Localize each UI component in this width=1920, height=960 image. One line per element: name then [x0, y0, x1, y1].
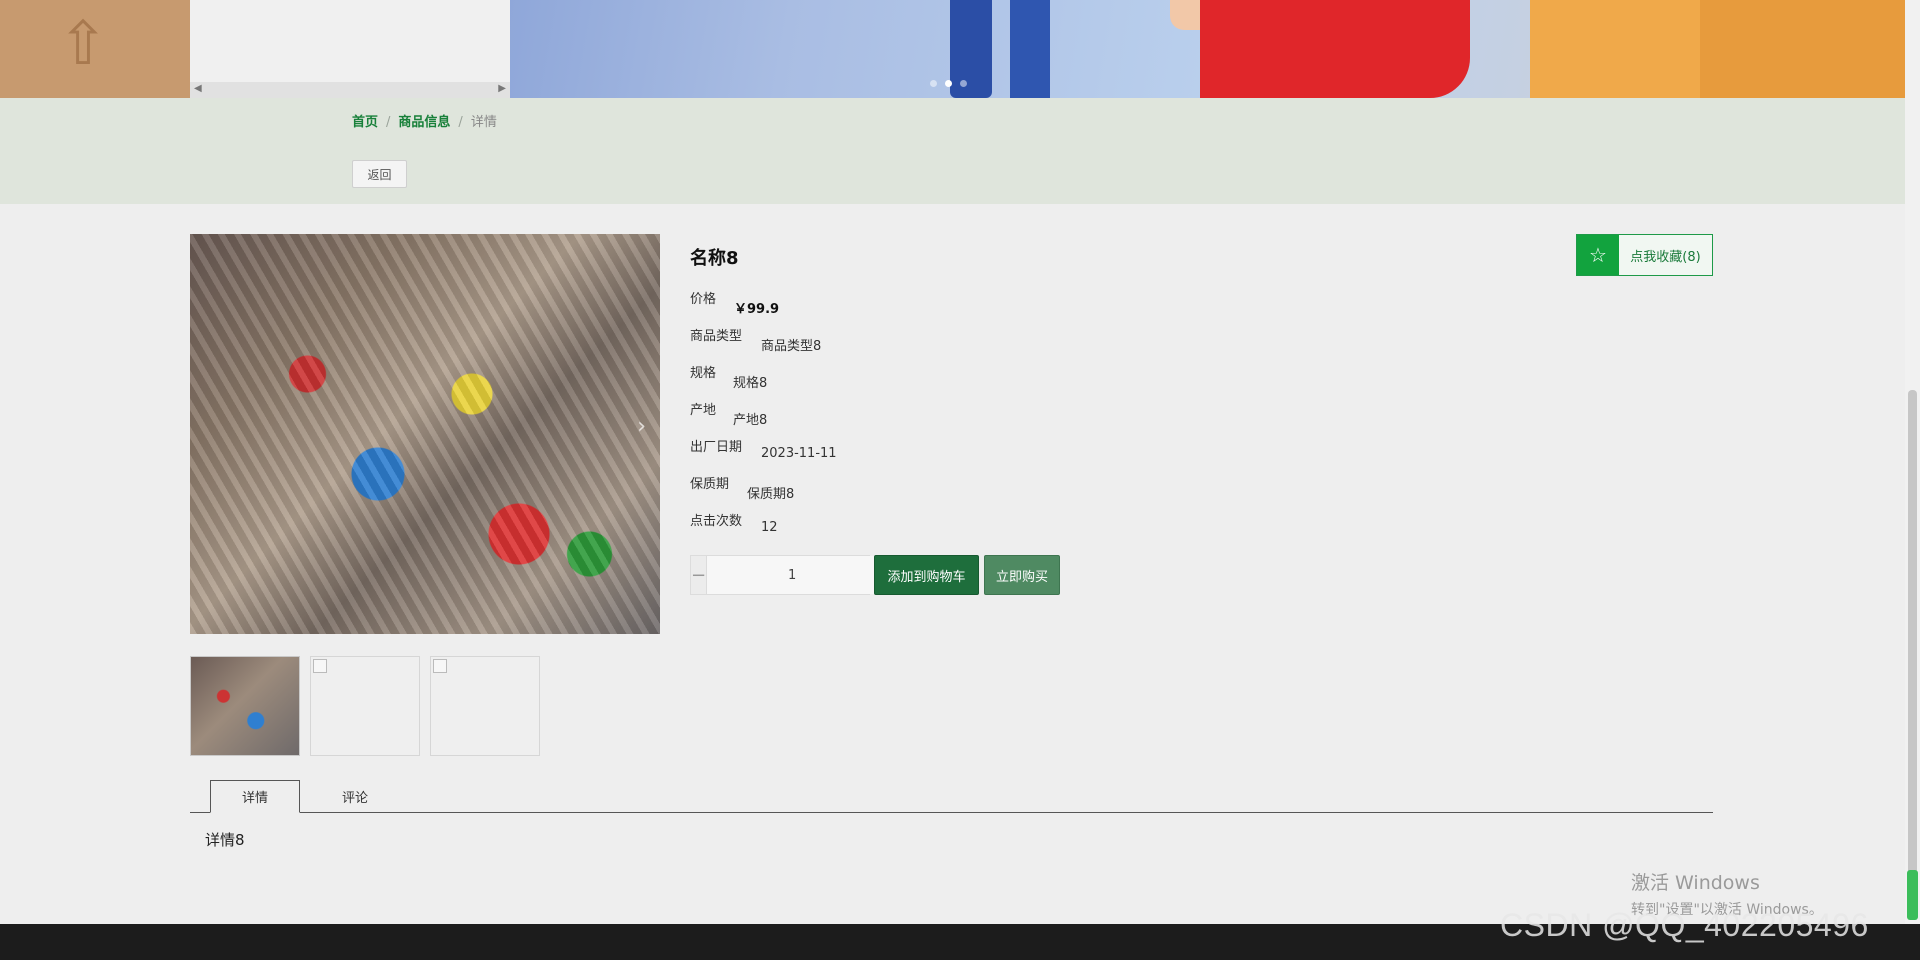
field-value: 商品类型8	[761, 339, 822, 354]
banner-figure-leg	[1010, 0, 1050, 98]
field-value: 规格8	[733, 376, 768, 391]
breadcrumb-category[interactable]: 商品信息	[398, 115, 450, 130]
csdn-watermark: CSDN @QQ_402205496	[1500, 907, 1869, 943]
broken-image-icon	[313, 659, 327, 673]
next-image-icon[interactable]: ›	[637, 414, 646, 439]
detail-content: 详情8	[205, 831, 245, 849]
field-value-price: ￥99.9	[734, 302, 780, 317]
back-button[interactable]: 返回	[352, 160, 407, 188]
scroll-indicator	[1907, 870, 1918, 920]
banner-carousel[interactable]: ⇧ ◀ ▶	[0, 0, 1905, 98]
field-value: 保质期8	[747, 487, 795, 502]
detail-tabs: 详情 评论	[190, 778, 1713, 813]
field-label: 规格	[690, 366, 717, 381]
breadcrumb-separator: /	[458, 115, 463, 130]
breadcrumb-separator: /	[386, 115, 391, 130]
carousel-dot-active[interactable]	[945, 80, 952, 87]
scroll-left-icon[interactable]: ◀	[194, 83, 202, 94]
breadcrumb: 首页 / 商品信息 / 详情	[352, 111, 497, 130]
banner-figure-body	[1200, 0, 1470, 98]
broken-image-icon	[433, 659, 447, 673]
breadcrumb-current: 详情	[470, 115, 497, 130]
carousel-indicators	[930, 80, 967, 87]
field-value: 12	[761, 520, 778, 535]
breadcrumb-home[interactable]: 首页	[352, 115, 378, 130]
banner-box-image: ⇧	[0, 0, 190, 98]
horizontal-scrollbar[interactable]: ◀ ▶	[190, 82, 510, 98]
field-value: 产地8	[733, 413, 768, 428]
favorite-button[interactable]: ☆ 点我收藏(8)	[1576, 234, 1713, 276]
carousel-dot[interactable]	[930, 80, 937, 87]
carousel-dot[interactable]	[960, 80, 967, 87]
field-label: 出厂日期	[690, 440, 743, 455]
watermark-line: 激活 Windows	[1631, 872, 1760, 894]
field-label: 商品类型	[690, 329, 743, 344]
star-icon: ☆	[1577, 235, 1619, 275]
breadcrumb-bar: 首页 / 商品信息 / 详情 返回	[0, 98, 1905, 204]
scrollbar-thumb[interactable]	[1908, 390, 1917, 910]
quantity-input[interactable]	[707, 556, 878, 594]
product-name: 名称8	[690, 248, 739, 269]
vertical-scrollbar[interactable]	[1905, 0, 1920, 924]
product-thumbnail[interactable]	[310, 656, 420, 756]
product-main-image[interactable]: ›	[190, 234, 660, 634]
tab-comments[interactable]: 评论	[320, 780, 390, 813]
minus-icon[interactable]: −	[691, 556, 708, 594]
scroll-right-icon[interactable]: ▶	[498, 83, 506, 94]
product-thumbnail[interactable]	[190, 656, 300, 756]
favorite-label: 点我收藏(8)	[1630, 249, 1701, 265]
field-label: 保质期	[690, 477, 730, 492]
quantity-stepper: − +	[690, 555, 894, 595]
field-label: 点击次数	[690, 514, 743, 529]
banner-parcel	[1700, 0, 1905, 98]
field-label: 价格	[690, 292, 717, 307]
field-label: 产地	[690, 403, 717, 418]
tab-details[interactable]: 详情	[210, 780, 300, 813]
product-thumbnail[interactable]	[430, 656, 540, 756]
buy-now-button[interactable]: 立即购买	[984, 555, 1060, 595]
field-value: 2023-11-11	[761, 446, 837, 461]
add-to-cart-button[interactable]: 添加到购物车	[874, 555, 979, 595]
